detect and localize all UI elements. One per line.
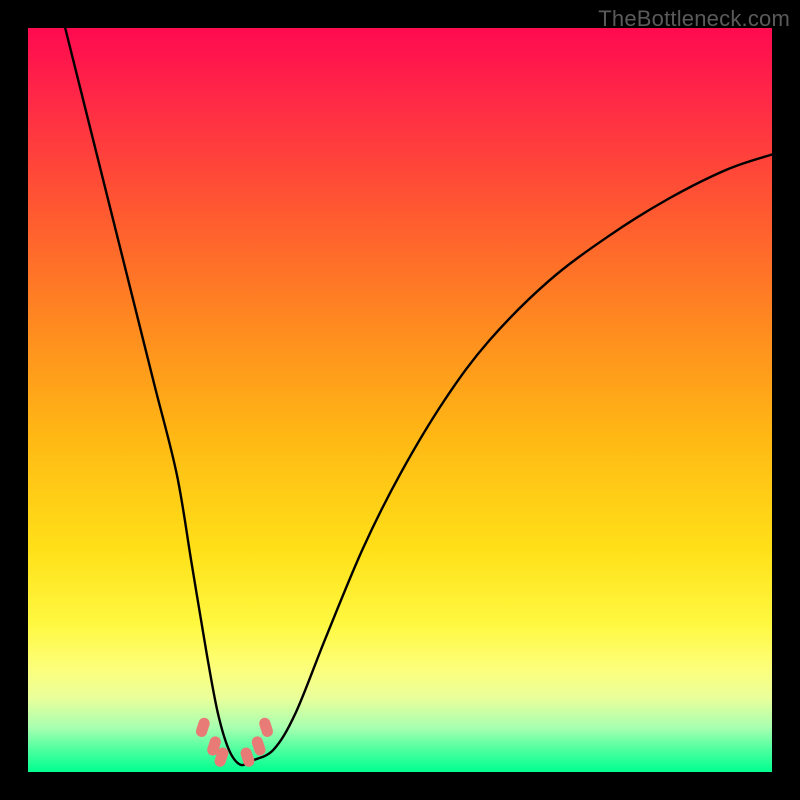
trough-marker bbox=[250, 735, 267, 757]
watermark-text: TheBottleneck.com bbox=[598, 6, 790, 32]
trough-marker bbox=[194, 716, 211, 738]
curve-layer bbox=[28, 28, 772, 772]
trough-marker bbox=[258, 716, 275, 738]
bottleneck-curve bbox=[65, 28, 772, 765]
plot-area bbox=[28, 28, 772, 772]
chart-frame: TheBottleneck.com bbox=[0, 0, 800, 800]
